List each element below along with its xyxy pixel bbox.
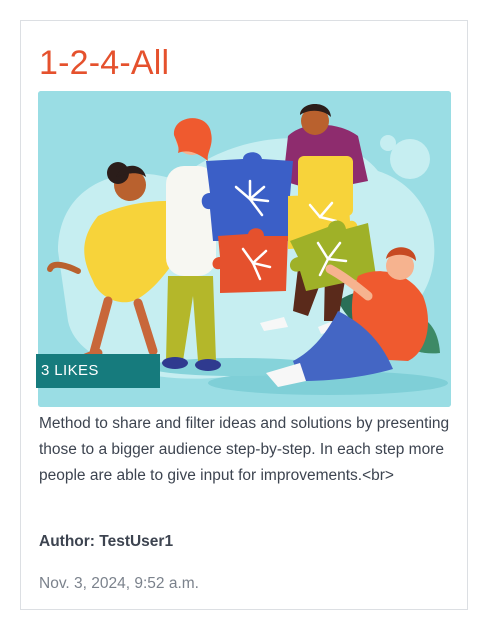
method-card: 1-2-4-All 3 LIKES Method to share and fi…	[20, 20, 468, 610]
likes-badge[interactable]: 3 LIKES	[36, 354, 160, 388]
card-description: Method to share and filter ideas and sol…	[39, 415, 450, 484]
card-timestamp: Nov. 3, 2024, 9:52 a.m.	[39, 575, 199, 592]
card-author: Author: TestUser1	[39, 533, 174, 550]
card-title[interactable]: 1-2-4-All	[39, 43, 169, 83]
